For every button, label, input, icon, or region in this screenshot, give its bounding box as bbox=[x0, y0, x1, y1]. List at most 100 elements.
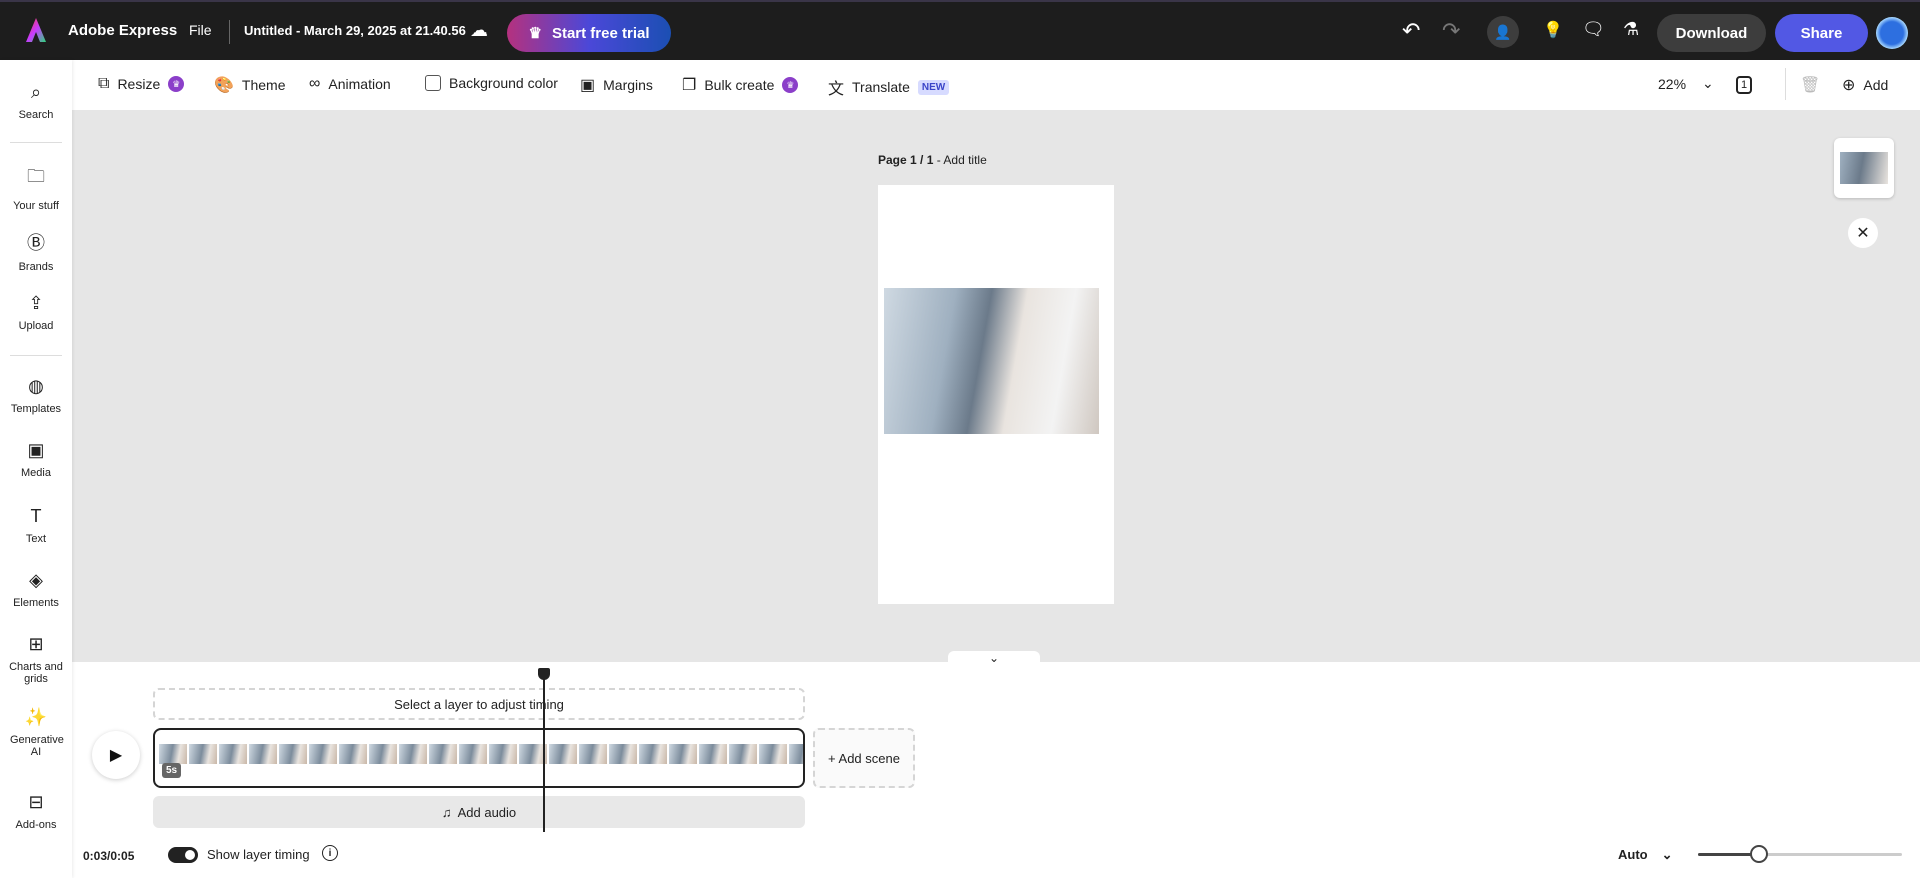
close-icon[interactable]: ✕ bbox=[1848, 218, 1878, 248]
media-icon: ▣ bbox=[27, 440, 45, 460]
label: Add-ons bbox=[15, 819, 57, 831]
add-ons-icon: ⊟ bbox=[28, 792, 44, 812]
sidebar-item-charts-and-grids[interactable]: ⊞ Charts and grids bbox=[0, 634, 72, 685]
sidebar-item-search[interactable]: ⌕ Search bbox=[0, 82, 72, 121]
trash-icon[interactable]: 🗑 bbox=[1800, 75, 1820, 95]
scene-frame-thumbnail bbox=[309, 744, 337, 764]
scene-frame-thumbnail bbox=[699, 744, 727, 764]
premium-crown-icon: ♛ bbox=[168, 76, 185, 92]
doctor-child-photo[interactable] bbox=[884, 288, 1099, 434]
scene-frame-thumbnail bbox=[159, 744, 187, 764]
sidebar-item-upload[interactable]: ⇪ Upload bbox=[0, 293, 72, 332]
comment-icon[interactable]: 🗨 bbox=[1582, 19, 1605, 40]
theme-button[interactable]: 🎨 Theme bbox=[214, 75, 286, 95]
label: Theme bbox=[241, 77, 286, 93]
label: Media bbox=[21, 467, 51, 479]
sidebar-item-add-ons[interactable]: ⊟ Add-ons bbox=[0, 792, 72, 831]
sidebar-item-media[interactable]: ▣ Media bbox=[0, 440, 72, 479]
scene-duration-badge: 5s bbox=[162, 763, 182, 778]
redo-icon[interactable]: ↷ bbox=[1442, 18, 1460, 44]
zoom-dropdown[interactable]: 22% ⌄ bbox=[1658, 75, 1714, 92]
lightbulb-icon[interactable]: 💡 bbox=[1543, 20, 1563, 40]
divider bbox=[229, 20, 230, 44]
scene-frame-thumbnail bbox=[339, 744, 367, 764]
divider bbox=[10, 355, 62, 356]
search-icon: ⌕ bbox=[30, 82, 42, 102]
add-audio-button[interactable]: ♫ Add audio bbox=[153, 796, 805, 828]
crown-icon: ♛ bbox=[528, 25, 542, 42]
background-color-button[interactable]: Background color bbox=[425, 75, 558, 91]
scene-frame-thumbnail bbox=[279, 744, 307, 764]
share-button[interactable]: Share bbox=[1775, 14, 1868, 52]
translate-button[interactable]: 文 Translate NEW bbox=[828, 75, 950, 99]
layer-timing-toggle[interactable] bbox=[168, 847, 198, 863]
sidebar-item-generative-ai[interactable]: ✨ Generative AI bbox=[0, 707, 72, 758]
scene-frame-thumbnail bbox=[669, 744, 697, 764]
scene-frame-thumbnail bbox=[459, 744, 487, 764]
label: Translate bbox=[852, 79, 910, 95]
playback-mode-dropdown[interactable]: Auto ⌄ bbox=[1618, 847, 1673, 863]
invite-user-icon[interactable]: 👤 bbox=[1487, 16, 1519, 48]
sidebar-item-your-stuff[interactable]: 🗀 Your stuff bbox=[0, 164, 72, 212]
grid-icon: ⊞ bbox=[28, 634, 44, 654]
top-bar: Adobe Express File Untitled - March 29, … bbox=[0, 0, 1920, 60]
time-readout: 0:03/0:05 bbox=[83, 849, 135, 863]
label: Brands bbox=[18, 261, 54, 273]
page-thumbnail[interactable] bbox=[1834, 138, 1894, 198]
adobe-express-logo-icon[interactable] bbox=[24, 16, 48, 44]
premium-crown-icon: ♛ bbox=[782, 77, 799, 93]
music-note-icon: ♫ bbox=[441, 804, 452, 820]
animation-button[interactable]: ∞ Animation bbox=[309, 75, 391, 93]
resize-button[interactable]: ⧉ Resize ♛ bbox=[98, 75, 185, 93]
label: Elements bbox=[13, 597, 59, 609]
add-scene-button[interactable]: + Add scene bbox=[813, 728, 915, 788]
label: Your stuff bbox=[13, 200, 59, 212]
playback-mode-value: Auto bbox=[1618, 847, 1648, 862]
scene-clip[interactable]: 5s bbox=[153, 728, 805, 788]
label: Templates bbox=[10, 403, 62, 415]
label: Animation bbox=[328, 76, 391, 92]
document-title[interactable]: Untitled - March 29, 2025 at 21.40.56 bbox=[244, 23, 466, 38]
sidebar-item-elements[interactable]: ◈ Elements bbox=[0, 570, 72, 609]
bulk-create-icon: ❐ bbox=[682, 77, 697, 94]
add-button[interactable]: ⊕ Add bbox=[1842, 75, 1888, 95]
label: Add audio bbox=[457, 804, 517, 820]
sidebar-item-text[interactable]: T Text bbox=[0, 506, 72, 545]
label: Margins bbox=[603, 77, 653, 93]
play-button[interactable]: ▶ bbox=[92, 731, 140, 779]
divider bbox=[1785, 68, 1786, 100]
select-layer-hint: Select a layer to adjust timing bbox=[153, 688, 805, 720]
start-free-trial-button[interactable]: ♛ Start free trial bbox=[507, 14, 671, 52]
sidebar-item-brands[interactable]: Ⓑ Brands bbox=[0, 229, 72, 273]
page-number: Page 1 / 1 bbox=[878, 153, 934, 167]
scene-frame-thumbnail bbox=[249, 744, 277, 764]
margins-icon: ▣ bbox=[580, 77, 596, 94]
playhead[interactable] bbox=[543, 670, 545, 832]
show-layer-timing-label: Show layer timing bbox=[207, 847, 310, 862]
playhead-handle[interactable] bbox=[538, 668, 550, 680]
download-button[interactable]: Download bbox=[1657, 14, 1766, 52]
scene-frame-thumbnail bbox=[369, 744, 397, 764]
scene-frame-thumbnail bbox=[729, 744, 757, 764]
divider bbox=[10, 142, 62, 143]
elements-icon: ◈ bbox=[29, 570, 43, 590]
label: Resize bbox=[117, 76, 161, 92]
timeline-zoom-slider[interactable] bbox=[1698, 845, 1902, 863]
collapse-timeline-chevron-icon[interactable]: ⌄ bbox=[948, 651, 1040, 665]
toolbar: ⧉ Resize ♛ 🎨 Theme ∞ Animation Background co… bbox=[72, 60, 1920, 110]
sidebar: ⌕ Search 🗀 Your stuff Ⓑ Brands ⇪ Upload ◍ Tem… bbox=[0, 60, 72, 878]
avatar[interactable] bbox=[1876, 17, 1908, 49]
pages-button[interactable]: 1 bbox=[1736, 76, 1752, 94]
add-title-link[interactable]: - Add title bbox=[937, 153, 987, 167]
flask-icon[interactable]: ⚗ bbox=[1623, 19, 1639, 40]
sidebar-item-templates[interactable]: ◍ Templates bbox=[0, 376, 72, 415]
margins-button[interactable]: ▣ Margins bbox=[580, 75, 653, 95]
thumbnail-image bbox=[1840, 152, 1888, 184]
cloud-icon[interactable]: ☁ bbox=[470, 20, 488, 41]
label: Upload bbox=[18, 320, 54, 332]
bulk-create-button[interactable]: ❐ Bulk create ♛ bbox=[682, 75, 799, 95]
app-name: Adobe Express bbox=[68, 22, 178, 39]
file-menu[interactable]: File bbox=[189, 22, 212, 38]
undo-icon[interactable]: ↶ bbox=[1402, 18, 1420, 44]
info-icon[interactable]: i bbox=[322, 845, 338, 861]
